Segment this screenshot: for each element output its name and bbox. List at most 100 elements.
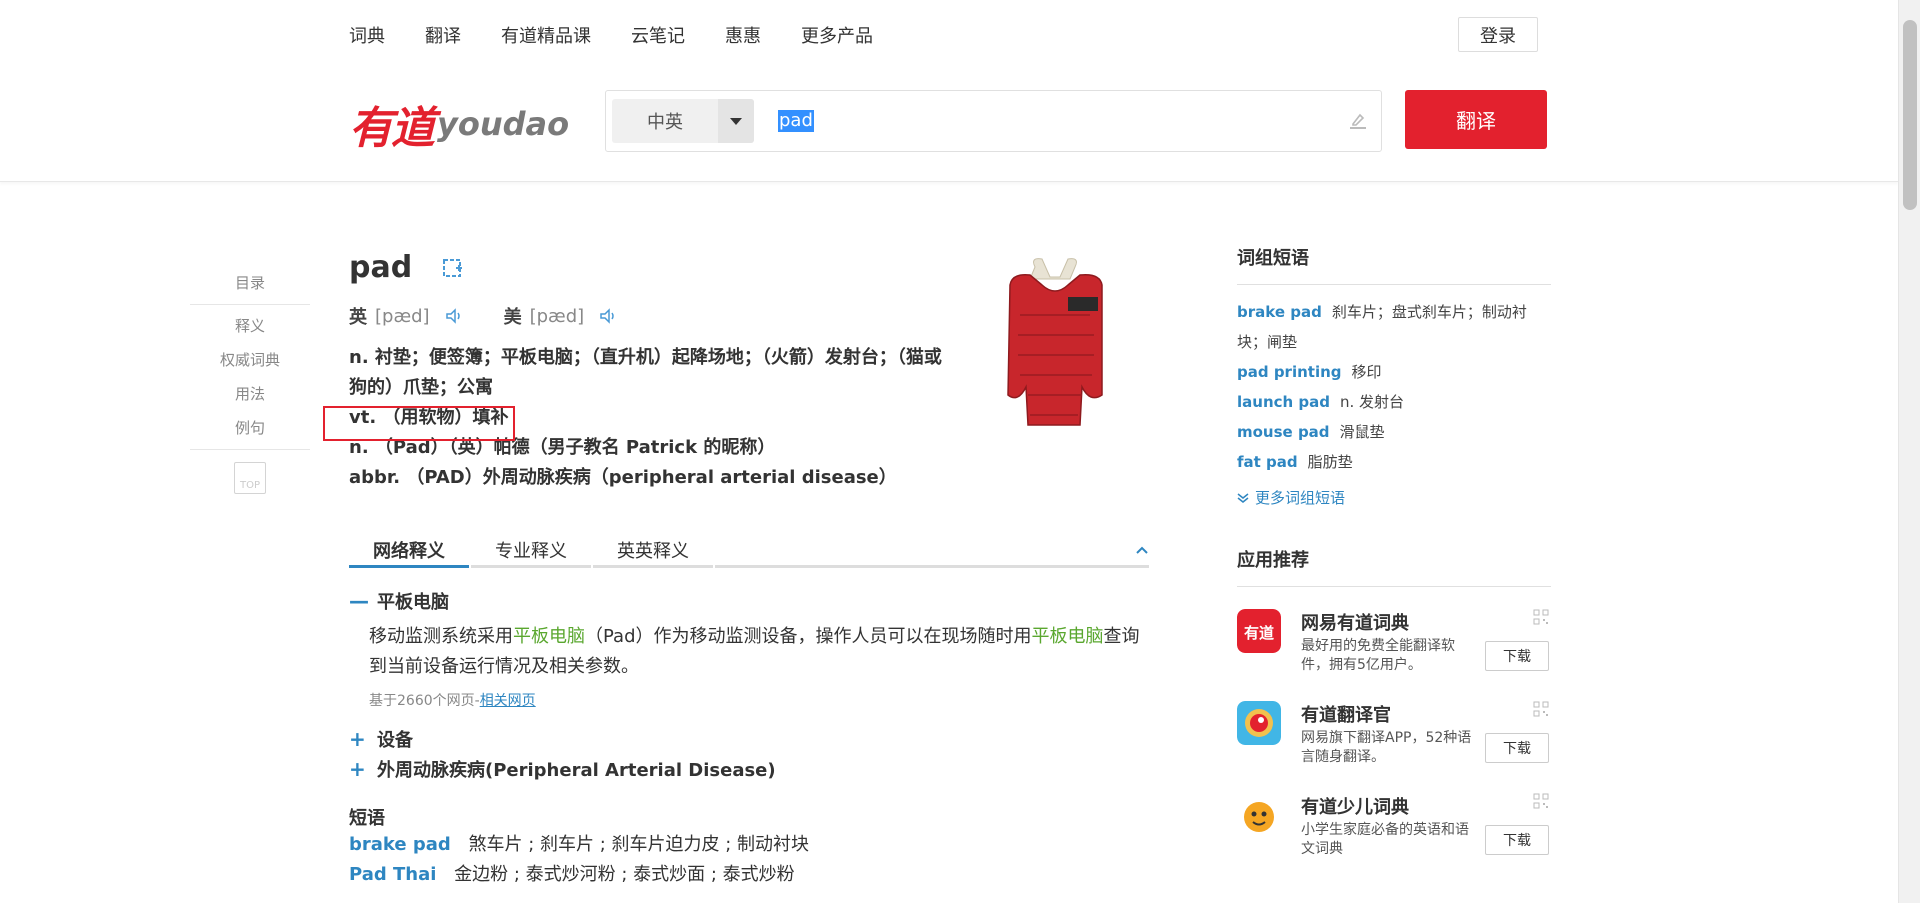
group-meaning: n. 发射台	[1340, 393, 1405, 411]
uk-phonetic: [pæd]	[375, 305, 430, 327]
highlight-box	[323, 406, 515, 441]
tab-web-definitions[interactable]: 网络释义	[349, 533, 469, 569]
definition-toggle[interactable]: + 外周动脉疾病(Peripheral Arterial Disease)	[349, 754, 1149, 784]
definition-title: 设备	[377, 730, 413, 751]
speaker-icon[interactable]	[444, 306, 464, 326]
us-phonetic: [pæd]	[529, 305, 585, 327]
sidenav-item-usage[interactable]: 用法	[190, 377, 310, 411]
back-to-top-icon[interactable]: TOP	[234, 462, 266, 494]
right-sidebar: 词组短语 brake pad 刹车片；盘式刹车片；制动衬块；闸垫 pad prin…	[1237, 244, 1551, 863]
youdao-translator-app-icon[interactable]	[1237, 701, 1281, 745]
nav-more-products[interactable]: 更多产品	[801, 22, 873, 48]
tab-underline	[593, 565, 713, 568]
youdao-dict-app-icon[interactable]: 有道	[1237, 609, 1281, 653]
definition-toggle[interactable]: + 设备	[349, 724, 1149, 754]
related-pages-link[interactable]: 相关网页	[480, 693, 536, 709]
nav-dict[interactable]: 词典	[349, 22, 385, 48]
tab-professional-definitions[interactable]: 专业释义	[471, 533, 591, 569]
language-select[interactable]: 中英	[612, 99, 754, 143]
example-text: 移动监测系统采用	[369, 626, 513, 647]
tab-english-definitions[interactable]: 英英释义	[593, 533, 713, 569]
qr-code-icon[interactable]	[1533, 701, 1549, 717]
nav-courses[interactable]: 有道精品课	[501, 22, 591, 48]
app-name: 有道少儿词典	[1301, 797, 1409, 818]
double-chevron-down-icon	[1237, 492, 1249, 503]
search-box: 中英 pad	[605, 90, 1382, 152]
phrase-meaning: 金边粉 ; 泰式炒河粉 ; 泰式炒面 ; 泰式炒粉	[454, 864, 795, 885]
group-link[interactable]: pad printing	[1237, 363, 1342, 381]
qr-code-icon[interactable]	[1533, 793, 1549, 809]
group-link[interactable]: brake pad	[1237, 303, 1322, 321]
app-desc: 最好用的免费全能翻译软件，拥有5亿用户。	[1301, 638, 1455, 673]
svg-text:有道: 有道	[1244, 624, 1274, 642]
divider	[190, 304, 310, 305]
sidenav-item-definitions[interactable]: 释义	[190, 309, 310, 343]
list-item: brake pad 煞车片 ; 刹车片 ; 刹车片迫力皮 ; 制动衬块	[349, 830, 1149, 860]
login-button[interactable]: 登录	[1458, 17, 1538, 52]
definition-toggle[interactable]: — 平板电脑	[349, 586, 1149, 616]
web-definitions: — 平板电脑 移动监测系统采用平板电脑（Pad）作为移动监测设备，操作人员可以在…	[349, 586, 1149, 784]
phrase-groups-title: 词组短语	[1237, 244, 1551, 285]
download-button[interactable]: 下载	[1485, 825, 1549, 855]
sidenav-item-examples[interactable]: 例句	[190, 411, 310, 445]
app-name: 有道翻译官	[1301, 705, 1391, 726]
language-label: 中英	[647, 112, 683, 133]
speaker-icon[interactable]	[598, 306, 618, 326]
handwriting-icon[interactable]	[1346, 109, 1370, 133]
definition-source: 基于2660个网页-相关网页	[369, 690, 1149, 710]
word-illustration	[1007, 258, 1103, 426]
tab-underline-active	[349, 565, 469, 568]
group-link[interactable]: mouse pad	[1237, 423, 1330, 441]
top-nav: 词典 翻译 有道精品课 云笔记 惠惠 更多产品	[349, 22, 913, 48]
tab-underline	[715, 565, 1149, 568]
plus-icon: +	[349, 727, 366, 751]
definition-title: 外周动脉疾病(Peripheral Arterial Disease)	[377, 760, 776, 781]
apps-title: 应用推荐	[1237, 546, 1551, 587]
definition-example: 移动监测系统采用平板电脑（Pad）作为移动监测设备，操作人员可以在现场随时用平板…	[369, 622, 1149, 682]
translation-item: n. 衬垫；便签簿；平板电脑；（直升机）起降场地；（火箭）发射台；（猫或狗的）爪…	[349, 347, 942, 398]
logo-en: youdao	[437, 105, 570, 143]
source-text: 基于2660个网页-	[369, 693, 480, 709]
phrase-link[interactable]: brake pad	[349, 834, 451, 855]
nav-huihui[interactable]: 惠惠	[725, 22, 761, 48]
chevron-down-icon[interactable]	[718, 99, 754, 143]
qr-code-icon[interactable]	[1533, 609, 1549, 625]
example-text: （Pad）作为移动监测设备，操作人员可以在现场随时用	[585, 626, 1032, 647]
nav-cloud-notes[interactable]: 云笔记	[631, 22, 685, 48]
list-item: pad printing 移印	[1237, 357, 1551, 387]
site-header: 词典 翻译 有道精品课 云笔记 惠惠 更多产品 登录 有道 youdao 中英 …	[0, 0, 1898, 182]
chevron-up-icon[interactable]	[1135, 543, 1149, 557]
list-item: brake pad 刹车片；盘式刹车片；制动衬块；闸垫	[1237, 297, 1551, 357]
group-meaning: 移印	[1351, 363, 1382, 381]
example-highlight: 平板电脑	[1031, 626, 1104, 647]
app-card: 有道 网易有道词典 最好用的免费全能翻译软件，拥有5亿用户。 下载	[1237, 609, 1551, 679]
group-link[interactable]: fat pad	[1237, 453, 1298, 471]
add-to-wordbook-icon[interactable]	[442, 257, 464, 279]
download-button[interactable]: 下载	[1485, 641, 1549, 671]
download-button[interactable]: 下载	[1485, 733, 1549, 763]
translate-button[interactable]: 翻译	[1405, 90, 1547, 149]
more-phrases-link[interactable]: 更多词组短语	[1237, 487, 1551, 508]
us-label: 美	[503, 307, 522, 328]
scrollbar-thumb[interactable]	[1903, 20, 1917, 210]
group-meaning: 滑鼠垫	[1339, 423, 1385, 441]
nav-translate[interactable]: 翻译	[425, 22, 461, 48]
headword: pad	[349, 250, 413, 285]
phrase-link[interactable]: Pad Thai	[349, 864, 436, 885]
example-highlight: 平板电脑	[513, 626, 585, 647]
divider	[190, 449, 310, 450]
sidenav-item-authority[interactable]: 权威词典	[190, 343, 310, 377]
side-nav: 目录 释义 权威词典 用法 例句 TOP	[190, 266, 310, 494]
group-link[interactable]: launch pad	[1237, 393, 1330, 411]
more-phrases-label: 更多词组短语	[1255, 489, 1346, 507]
search-input[interactable]: pad	[778, 110, 814, 132]
phrase-groups: brake pad 刹车片；盘式刹车片；制动衬块；闸垫 pad printing 移…	[1237, 297, 1551, 477]
tab-underline	[471, 565, 591, 568]
app-name: 网易有道词典	[1301, 613, 1409, 634]
phrases-title: 短语	[349, 808, 385, 829]
app-desc: 小学生家庭必备的英语和语文词典	[1301, 822, 1469, 857]
group-meaning: 脂肪垫	[1307, 453, 1353, 471]
scrollbar[interactable]	[1898, 0, 1920, 903]
youdao-kids-dict-app-icon[interactable]	[1237, 793, 1281, 837]
youdao-logo[interactable]: 有道 youdao	[349, 92, 569, 156]
